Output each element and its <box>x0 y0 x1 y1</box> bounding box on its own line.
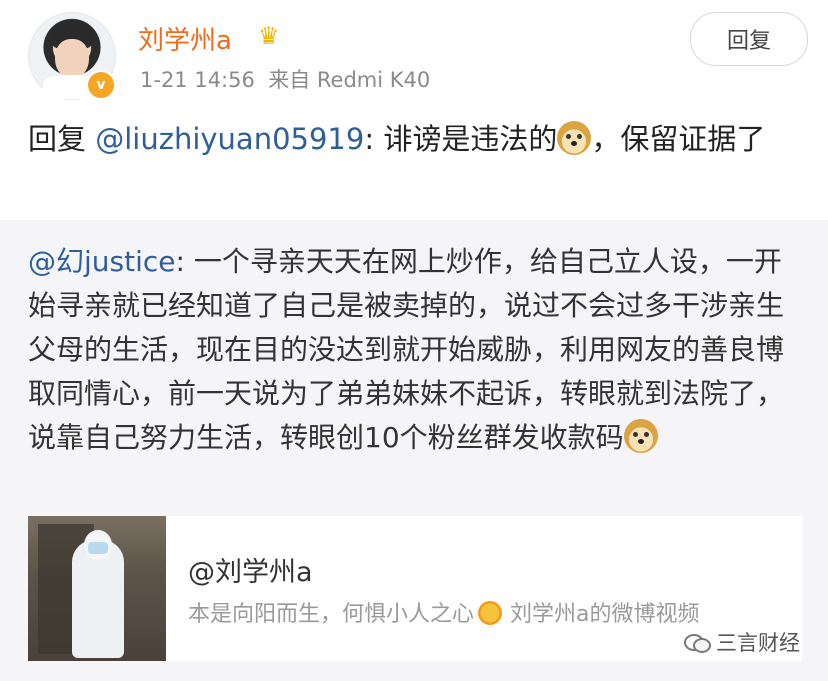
post-text: 回复 @liuzhiyuan05919: 诽谤是违法的 ，保留证据了 <box>28 116 798 162</box>
quoted-text: @幻justice: 一个寻亲天天在网上炒作，给自己立人设，一开始寻亲就已经知道… <box>28 240 803 460</box>
crown-icon: ♛ <box>258 22 280 50</box>
post-body: : 诽谤是违法的 <box>364 122 558 156</box>
verified-badge-icon: v <box>86 70 116 100</box>
mention-link[interactable]: @liuzhiyuan05919 <box>95 122 364 156</box>
watermark: 三言财经 <box>684 627 800 657</box>
quoted-post[interactable]: @幻justice: 一个寻亲天天在网上炒作，给自己立人设，一开始寻亲就已经知道… <box>0 220 828 681</box>
sun-emoji-icon <box>478 601 503 625</box>
watermark-text: 三言财经 <box>716 631 800 655</box>
doge-emoji-icon <box>623 419 658 453</box>
card-video-label: 刘学州a的微博视频 <box>510 602 700 627</box>
card-title[interactable]: @刘学州a <box>188 550 313 589</box>
card-desc-text: 本是向阳而生，何惧小人之心 <box>188 602 475 627</box>
doge-emoji-icon <box>557 121 592 155</box>
reply-button[interactable]: 回复 <box>690 12 808 66</box>
avatar-face <box>55 39 89 79</box>
username[interactable]: 刘学州a <box>138 20 232 57</box>
post-header: v 刘学州a ♛ 1-21 14:56 来自 Redmi K40 回复 <box>0 0 828 110</box>
quoted-author-mention[interactable]: @幻justice <box>28 245 176 278</box>
post-meta: 1-21 14:56 来自 Redmi K40 <box>140 64 430 94</box>
post-suffix: ，保留证据了 <box>591 122 766 156</box>
reply-prefix: 回复 <box>28 122 87 156</box>
thumbnail-mask <box>88 542 108 554</box>
wechat-icon <box>684 632 711 653</box>
video-thumbnail[interactable] <box>28 516 166 661</box>
card-description: 本是向阳而生，何惧小人之心 刘学州a的微博视频 <box>188 596 700 628</box>
post-source: 来自 Redmi K40 <box>268 68 431 92</box>
timestamp: 1-21 14:56 <box>140 68 255 92</box>
